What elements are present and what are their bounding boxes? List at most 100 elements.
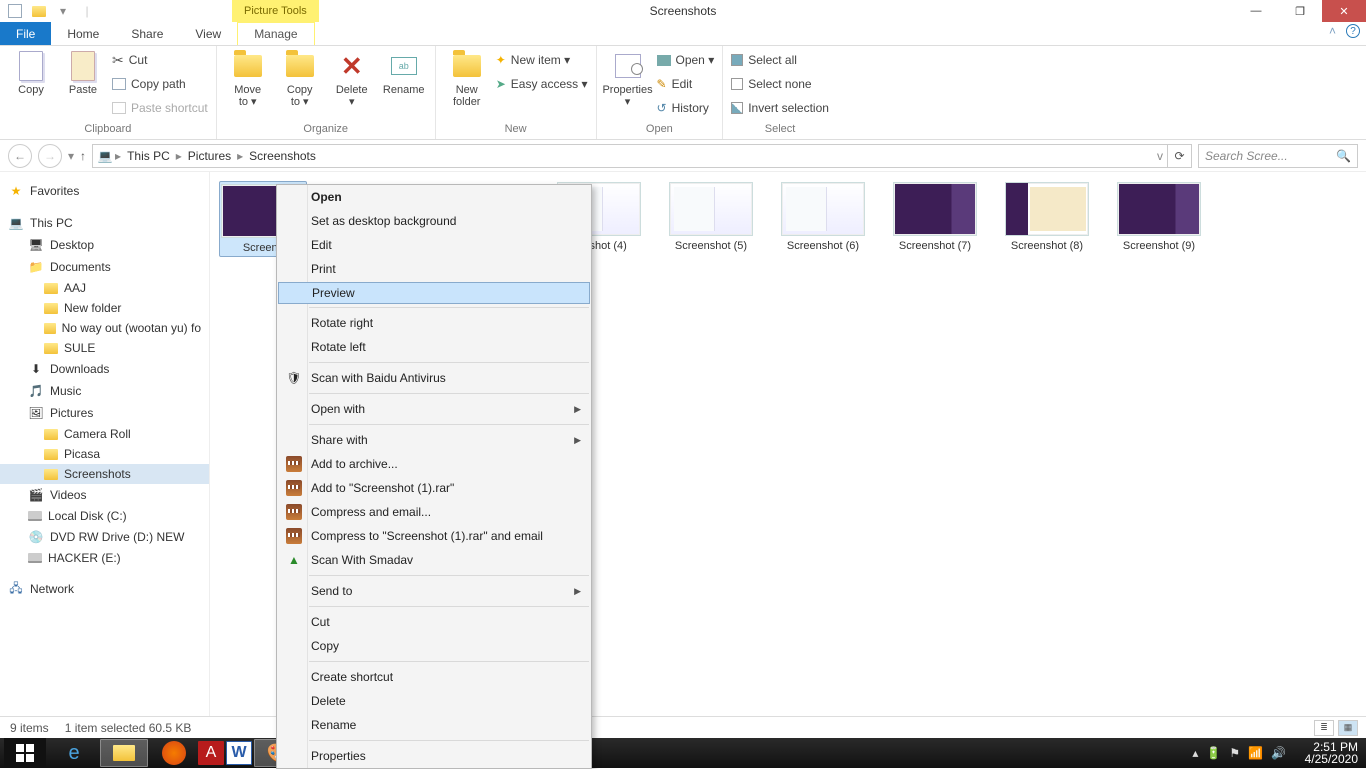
paste-button[interactable]: Paste xyxy=(60,50,106,96)
chevron-right-icon[interactable]: ▸ xyxy=(176,149,182,163)
tab-home[interactable]: Home xyxy=(51,22,115,45)
ctx-edit[interactable]: Edit xyxy=(277,233,591,257)
new-folder-button[interactable]: New folder xyxy=(444,50,490,108)
rename-button[interactable]: abRename xyxy=(381,50,427,96)
qat-newfolder-icon[interactable] xyxy=(28,0,50,22)
crumb-this-pc[interactable]: This PC xyxy=(123,149,174,163)
history-button[interactable]: ↺History xyxy=(657,98,715,118)
file-item[interactable]: Screenshot (8) xyxy=(1004,182,1090,256)
delete-button[interactable]: ✕Delete ▾ xyxy=(329,50,375,108)
ctx-compress-rar-email[interactable]: Compress to "Screenshot (1).rar" and ema… xyxy=(277,524,591,548)
copy-button[interactable]: Copy xyxy=(8,50,54,96)
taskbar-ie-icon[interactable]: e xyxy=(50,739,98,767)
nav-tree[interactable]: ★Favorites 💻This PC 🖥Desktop 📁Documents … xyxy=(0,172,210,716)
ctx-preview[interactable]: Preview xyxy=(278,282,590,304)
close-button[interactable]: ✕ xyxy=(1322,0,1366,22)
taskbar-clock[interactable]: 2:51 PM 4/25/2020 xyxy=(1305,741,1358,765)
ctx-rotate-right[interactable]: Rotate right xyxy=(277,311,591,335)
ctx-copy[interactable]: Copy xyxy=(277,634,591,658)
new-item-button[interactable]: ✦New item ▾ xyxy=(496,50,588,70)
ctx-scan-baidu[interactable]: 🛡Scan with Baidu Antivirus xyxy=(277,366,591,390)
tree-screenshots[interactable]: Screenshots xyxy=(0,464,209,484)
tree-sule[interactable]: SULE xyxy=(0,338,209,358)
taskbar-firefox-icon[interactable] xyxy=(162,741,186,765)
tree-hacker[interactable]: HACKER (E:) xyxy=(0,548,209,568)
select-none-button[interactable]: Select none xyxy=(731,74,829,94)
file-item[interactable]: Screenshot (9) xyxy=(1116,182,1202,256)
volume-icon[interactable]: 🔊 xyxy=(1271,746,1286,760)
back-button[interactable]: ← xyxy=(8,144,32,168)
tree-music[interactable]: 🎵Music xyxy=(0,380,209,402)
tree-no-way-out[interactable]: No way out (wootan yu) fo xyxy=(0,318,209,338)
ctx-cut[interactable]: Cut xyxy=(277,610,591,634)
maximize-button[interactable]: ❐ xyxy=(1278,0,1322,22)
recent-locations-icon[interactable]: ▾ xyxy=(68,149,74,163)
ctx-rotate-left[interactable]: Rotate left xyxy=(277,335,591,359)
tree-aaj[interactable]: AAJ xyxy=(0,278,209,298)
tray-up-icon[interactable]: ▴ xyxy=(1192,746,1198,760)
ctx-send-to[interactable]: Send to▶ xyxy=(277,579,591,603)
forward-button[interactable]: → xyxy=(38,144,62,168)
ctx-print[interactable]: Print xyxy=(277,257,591,281)
tree-documents[interactable]: 📁Documents xyxy=(0,256,209,278)
select-all-button[interactable]: Select all xyxy=(731,50,829,70)
chevron-right-icon[interactable]: ▸ xyxy=(237,149,243,163)
ctx-scan-smadav[interactable]: ▲Scan With Smadav xyxy=(277,548,591,572)
file-item[interactable]: Screenshot (7) xyxy=(892,182,978,256)
thumbnails-view-button[interactable]: ▦ xyxy=(1338,720,1358,736)
tab-share[interactable]: Share xyxy=(115,22,179,45)
network-tray-icon[interactable]: 📶 xyxy=(1248,746,1263,760)
battery-icon[interactable]: 🔋 xyxy=(1206,746,1221,760)
tree-desktop[interactable]: 🖥Desktop xyxy=(0,234,209,256)
tab-manage[interactable]: Manage xyxy=(237,22,314,45)
copy-path-button[interactable]: Copy path xyxy=(112,74,208,94)
chevron-up-icon[interactable]: ˄ xyxy=(1329,24,1336,38)
taskbar[interactable]: e A W 🎨 🖼 ▴ 🔋 ⚑ 📶 🔊 2:51 PM 4/25/2020 xyxy=(0,738,1366,768)
tree-downloads[interactable]: ⬇Downloads xyxy=(0,358,209,380)
refresh-button[interactable]: ⟳ xyxy=(1168,144,1192,168)
flag-icon[interactable]: ⚑ xyxy=(1229,746,1240,760)
crumb-screenshots[interactable]: Screenshots xyxy=(245,149,320,163)
copy-to-button[interactable]: Copy to ▾ xyxy=(277,50,323,108)
tree-camera-roll[interactable]: Camera Roll xyxy=(0,424,209,444)
qat-chevron-down-icon[interactable]: ▾ xyxy=(52,0,74,22)
address-dropdown-icon[interactable]: v xyxy=(1157,149,1163,163)
qat-properties-icon[interactable] xyxy=(4,0,26,22)
ctx-add-archive[interactable]: Add to archive... xyxy=(277,452,591,476)
ctx-set-background[interactable]: Set as desktop background xyxy=(277,209,591,233)
edit-button[interactable]: ✎Edit xyxy=(657,74,715,94)
tree-videos[interactable]: 🎬Videos xyxy=(0,484,209,506)
minimize-button[interactable]: — xyxy=(1234,0,1278,22)
cut-button[interactable]: ✂Cut xyxy=(112,50,208,70)
tab-view[interactable]: View xyxy=(179,22,237,45)
tree-this-pc[interactable]: 💻This PC xyxy=(0,212,209,234)
tab-file[interactable]: File xyxy=(0,22,51,45)
tree-favorites[interactable]: ★Favorites xyxy=(0,180,209,202)
details-view-button[interactable]: ≣ xyxy=(1314,720,1334,736)
ctx-compress-email[interactable]: Compress and email... xyxy=(277,500,591,524)
taskbar-explorer-icon[interactable] xyxy=(100,739,148,767)
easy-access-button[interactable]: ➤Easy access ▾ xyxy=(496,74,588,94)
tree-network[interactable]: 🖧Network xyxy=(0,578,209,600)
taskbar-adobe-icon[interactable]: A xyxy=(198,741,224,765)
file-item[interactable]: Screenshot (5) xyxy=(668,182,754,256)
ctx-create-shortcut[interactable]: Create shortcut xyxy=(277,665,591,689)
ctx-rename[interactable]: Rename xyxy=(277,713,591,737)
taskbar-word-icon[interactable]: W xyxy=(226,741,252,765)
tree-dvd[interactable]: 💿DVD RW Drive (D:) NEW xyxy=(0,526,209,548)
ctx-properties[interactable]: Properties xyxy=(277,744,591,768)
tree-picasa[interactable]: Picasa xyxy=(0,444,209,464)
ctx-delete[interactable]: Delete xyxy=(277,689,591,713)
paste-shortcut-button[interactable]: Paste shortcut xyxy=(112,98,208,118)
file-item[interactable]: Screenshot (6) xyxy=(780,182,866,256)
ctx-open[interactable]: Open xyxy=(277,185,591,209)
crumb-pictures[interactable]: Pictures xyxy=(184,149,235,163)
ctx-share-with[interactable]: Share with▶ xyxy=(277,428,591,452)
ctx-open-with[interactable]: Open with▶ xyxy=(277,397,591,421)
search-input[interactable]: Search Scree... 🔍 xyxy=(1198,144,1358,168)
up-button[interactable]: ↑ xyxy=(80,149,86,163)
ctx-add-rar[interactable]: Add to "Screenshot (1).rar" xyxy=(277,476,591,500)
move-to-button[interactable]: Move to ▾ xyxy=(225,50,271,108)
properties-button[interactable]: Properties ▾ xyxy=(605,50,651,108)
breadcrumb[interactable]: 💻 ▸ This PC ▸ Pictures ▸ Screenshots v xyxy=(92,144,1168,168)
